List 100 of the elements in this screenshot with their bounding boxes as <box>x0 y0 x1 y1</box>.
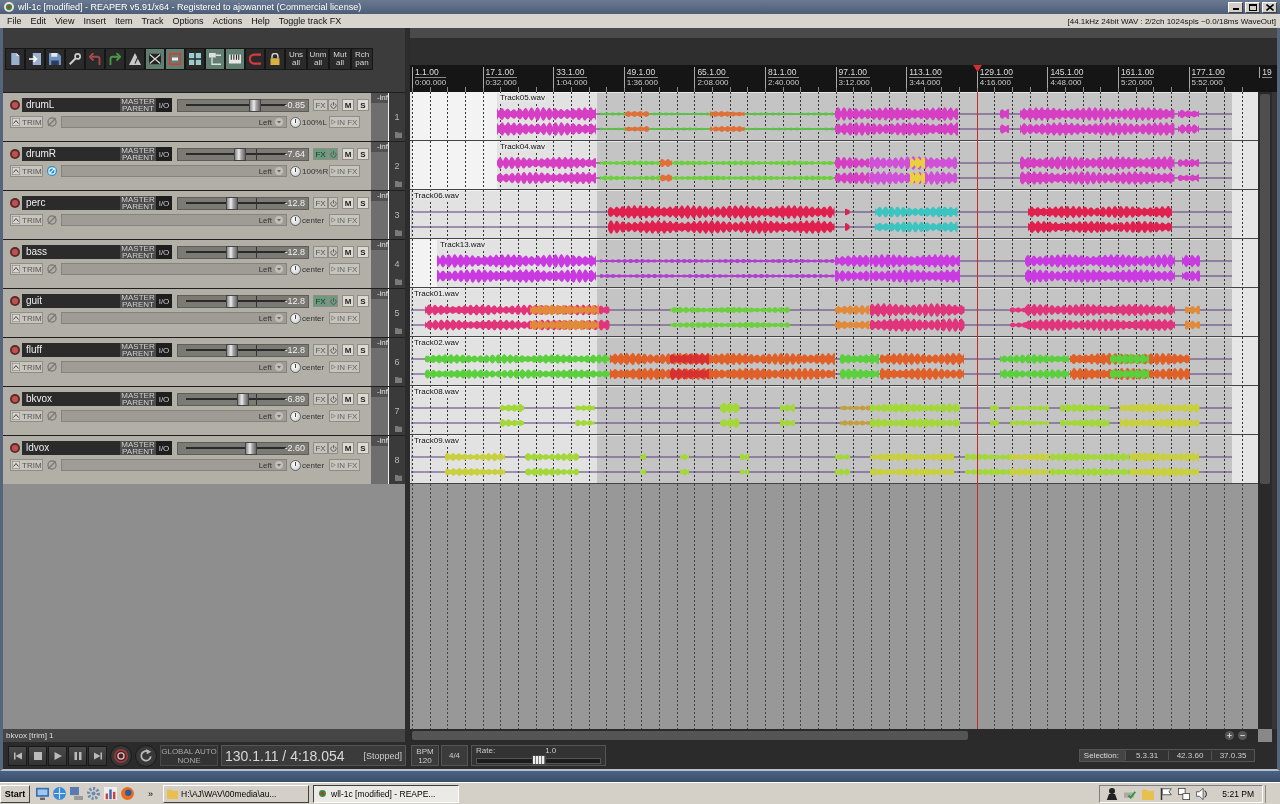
volume-fader[interactable]: -12.8 <box>177 196 309 210</box>
folder-icon[interactable] <box>395 131 402 138</box>
mute-button[interactable]: M <box>342 197 354 209</box>
menu-item[interactable]: Options <box>172 16 204 26</box>
vertical-scrollbar[interactable] <box>1258 92 1272 729</box>
pan-knob[interactable] <box>290 410 301 422</box>
record-arm-button[interactable] <box>10 443 20 453</box>
selection-end[interactable]: 42.3.60 <box>1168 751 1211 760</box>
envelope-button[interactable]: TRIM <box>10 459 43 471</box>
record-input-selector[interactable]: Left <box>61 312 287 324</box>
envelope-button[interactable]: TRIM <box>10 361 43 373</box>
toolbar-button[interactable]: Uns all <box>285 48 307 70</box>
mute-button[interactable]: M <box>342 295 354 307</box>
more-chevron[interactable]: » <box>148 788 153 799</box>
network-icon[interactable] <box>1178 787 1191 800</box>
io-button[interactable]: I/O <box>156 441 172 455</box>
record-input-selector[interactable]: Left <box>61 165 287 177</box>
solo-button[interactable]: S <box>357 344 369 356</box>
record-arm-button[interactable] <box>10 198 20 208</box>
fx-bypass-button[interactable] <box>328 393 338 405</box>
tempo-box[interactable]: BPM 120 <box>411 745 439 766</box>
figure-icon[interactable] <box>1106 787 1119 800</box>
pan-knob[interactable] <box>290 263 301 275</box>
toolbar-button[interactable] <box>5 48 25 70</box>
mute-button[interactable]: M <box>342 246 354 258</box>
rate-slider-handle[interactable] <box>531 755 546 765</box>
pan-knob[interactable] <box>290 459 301 471</box>
solo-button[interactable]: S <box>357 99 369 111</box>
toolbar-button[interactable] <box>25 48 45 70</box>
io-button[interactable]: I/O <box>156 343 172 357</box>
io-button[interactable]: I/O <box>156 196 172 210</box>
toolbar-button[interactable] <box>205 48 225 70</box>
record-arm-button[interactable] <box>10 296 20 306</box>
menu-item[interactable]: Toggle track FX <box>278 16 342 26</box>
toolbar-button[interactable] <box>225 48 245 70</box>
pan-knob[interactable] <box>290 165 301 177</box>
volume-fader[interactable]: -12.8 <box>177 294 309 308</box>
go-end-button[interactable] <box>88 745 107 766</box>
record-input-selector[interactable]: Left <box>61 410 287 422</box>
fader-handle[interactable] <box>226 196 238 210</box>
toolbar-button[interactable] <box>165 48 185 70</box>
record-arm-button[interactable] <box>10 345 20 355</box>
fx-button[interactable]: FX <box>313 344 328 356</box>
toolbar-button[interactable] <box>65 48 85 70</box>
track-name-field[interactable]: perc <box>22 196 120 210</box>
record-arm-button[interactable] <box>10 247 20 257</box>
fx-bypass-button[interactable] <box>328 344 338 356</box>
fader-handle[interactable] <box>226 294 238 308</box>
rate-slider[interactable] <box>476 758 601 764</box>
flag-icon[interactable] <box>1160 787 1173 800</box>
pan-knob[interactable] <box>290 116 301 128</box>
monitor-icon[interactable] <box>36 787 49 800</box>
track-name-field[interactable]: fluff <box>22 343 120 357</box>
browser-icon[interactable] <box>121 787 134 800</box>
track-name-field[interactable]: ldvox <box>22 441 120 455</box>
solo-button[interactable]: S <box>357 246 369 258</box>
fx-bypass-button[interactable] <box>328 246 338 258</box>
folder-icon[interactable] <box>395 376 402 383</box>
toolbar-button[interactable] <box>45 48 65 70</box>
fx-bypass-button[interactable] <box>328 197 338 209</box>
fader-handle[interactable] <box>249 98 261 112</box>
taskbar-button[interactable]: H:\AJ\WAV\00media\au... <box>163 784 309 803</box>
record-button[interactable] <box>110 744 132 767</box>
fader-handle[interactable] <box>226 343 238 357</box>
envelope-button[interactable]: TRIM <box>10 263 43 275</box>
start-button[interactable]: Start <box>0 784 30 803</box>
timeline-ruler[interactable] <box>410 65 1277 92</box>
volume-fader[interactable]: -12.8 <box>177 245 309 259</box>
io-button[interactable]: I/O <box>156 98 172 112</box>
toolbar-button[interactable] <box>265 48 285 70</box>
solo-button[interactable]: S <box>357 148 369 160</box>
fx-button[interactable]: FX <box>313 442 328 454</box>
menu-item[interactable]: Edit <box>30 16 47 26</box>
record-arm-button[interactable] <box>10 100 20 110</box>
menu-item[interactable]: View <box>55 16 75 26</box>
folder-icon[interactable] <box>395 229 402 236</box>
record-input-selector[interactable]: Left <box>61 214 287 226</box>
volume-fader[interactable]: -7.64 <box>177 147 309 161</box>
fx-button[interactable]: FX <box>313 246 328 258</box>
mute-button[interactable]: M <box>342 148 354 160</box>
envelope-button[interactable]: TRIM <box>10 116 43 128</box>
io-button[interactable]: I/O <box>156 147 172 161</box>
pan-knob[interactable] <box>290 312 301 324</box>
mute-button[interactable]: M <box>342 99 354 111</box>
stop-button[interactable] <box>28 745 47 766</box>
track-name-field[interactable]: guit <box>22 294 120 308</box>
menu-item[interactable]: File <box>7 16 22 26</box>
globe-icon[interactable] <box>53 787 66 800</box>
toolbar-button[interactable] <box>185 48 205 70</box>
mute-button[interactable]: M <box>342 393 354 405</box>
menu-item[interactable]: Track <box>141 16 164 26</box>
volume-fader[interactable]: -0.85 <box>177 98 309 112</box>
folder-icon[interactable] <box>395 180 402 187</box>
solo-button[interactable]: S <box>357 442 369 454</box>
pan-knob[interactable] <box>290 361 301 373</box>
computer-icon[interactable] <box>70 787 83 800</box>
io-button[interactable]: I/O <box>156 245 172 259</box>
solo-button[interactable]: S <box>357 197 369 209</box>
selection-length[interactable]: 37.0.35 <box>1211 751 1254 760</box>
pan-knob[interactable] <box>290 214 301 226</box>
